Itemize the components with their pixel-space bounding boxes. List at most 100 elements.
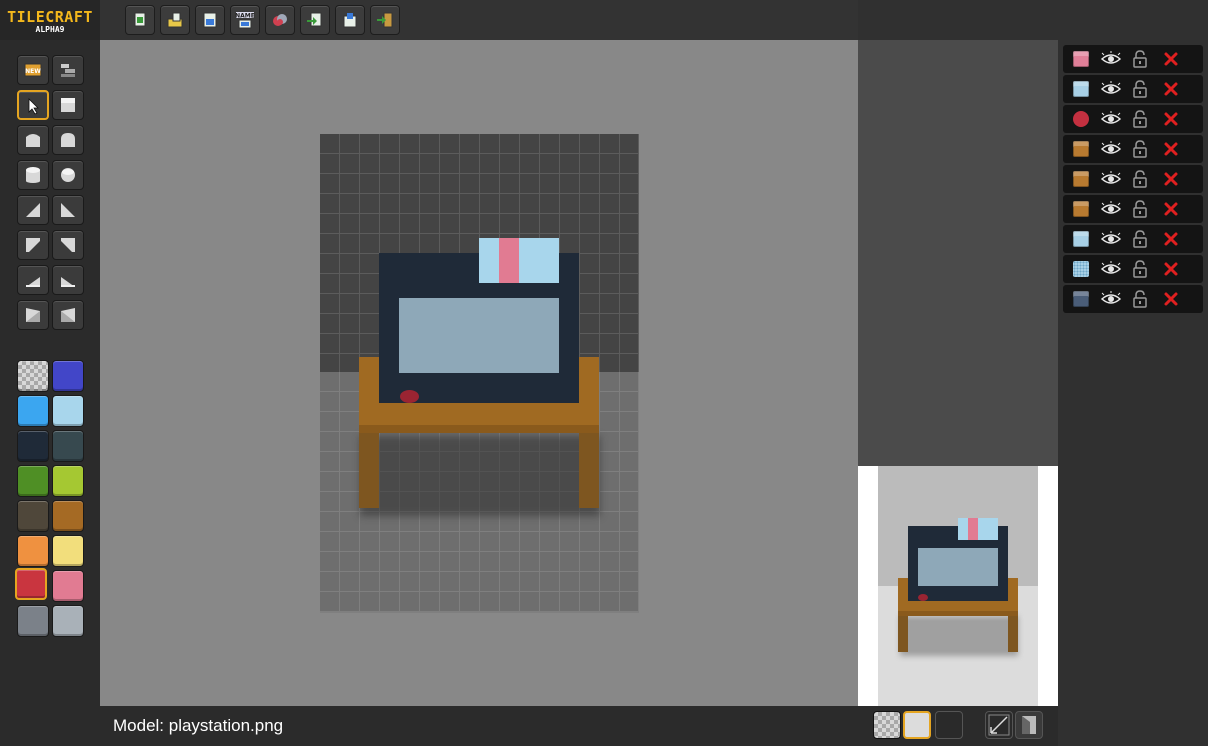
color-swatch-dark-brown[interactable] [17,500,49,532]
color-swatch-green[interactable] [17,465,49,497]
tool-rounded-side[interactable] [52,125,84,155]
tool-slope-right[interactable] [52,195,84,225]
visibility-eye-icon[interactable] [1101,81,1121,97]
preview-table-leg-right [1008,616,1018,652]
new-file-button[interactable] [125,5,155,35]
lock-icon[interactable] [1133,230,1147,248]
color-swatch-red[interactable] [15,568,47,600]
color-swatch-transparent[interactable] [17,360,49,392]
color-swatch-sky-blue[interactable] [17,395,49,427]
save-button[interactable] [195,5,225,35]
box-icon [1073,141,1089,157]
model-tv-screen[interactable] [399,298,559,373]
color-swatch-navy[interactable] [17,430,49,462]
color-swatch-light-gray[interactable] [52,605,84,637]
delete-layer-icon[interactable] [1163,261,1179,277]
color-swatch-lime[interactable] [52,465,84,497]
layer-row[interactable] [1063,285,1203,313]
lock-icon[interactable] [1133,50,1147,68]
delete-layer-icon[interactable] [1163,231,1179,247]
wedge-left-icon [26,308,40,322]
lock-icon[interactable] [1133,80,1147,98]
visibility-eye-icon[interactable] [1101,171,1121,187]
lock-icon[interactable] [1133,290,1147,308]
color-swatch-yellow[interactable] [52,535,84,567]
color-swatch-blue[interactable] [52,360,84,392]
rename-button[interactable]: NAME [230,5,260,35]
tool-cylinder[interactable] [17,160,49,190]
layer-row[interactable] [1063,165,1203,193]
color-swatch-orange[interactable] [17,535,49,567]
lock-icon[interactable] [1133,140,1147,158]
visibility-eye-icon[interactable] [1101,51,1121,67]
preview-bg-dark-button[interactable] [935,711,963,739]
model-red-button[interactable] [400,390,419,403]
model-console-stripe[interactable] [499,238,519,283]
lock-icon[interactable] [1133,110,1147,128]
delete-layer-icon[interactable] [1163,141,1179,157]
tools-sidebar [0,40,100,706]
tool-select[interactable] [17,90,49,120]
open-button[interactable] [160,5,190,35]
import-button[interactable] [300,5,330,35]
model-table-leg-left[interactable] [359,433,379,508]
tool-new-model[interactable]: NEW [17,55,49,85]
model-table-leg-right[interactable] [579,433,599,508]
layer-row[interactable] [1063,105,1203,133]
visibility-eye-icon[interactable] [1101,141,1121,157]
delete-layer-icon[interactable] [1163,51,1179,67]
lock-icon[interactable] [1133,200,1147,218]
delete-layer-icon[interactable] [1163,201,1179,217]
tool-sphere[interactable] [52,160,84,190]
delete-layer-icon[interactable] [1163,81,1179,97]
tool-ramp-right[interactable] [52,265,84,295]
palette-button[interactable] [265,5,295,35]
color-swatch-brown[interactable] [52,500,84,532]
palette-icon [273,14,287,26]
tool-rounded-top[interactable] [17,125,49,155]
preview-table-leg-left [898,616,908,652]
lock-icon[interactable] [1133,260,1147,278]
layer-row[interactable] [1063,255,1203,283]
tool-wedge-right[interactable] [52,300,84,330]
preview-bg-light-button[interactable] [903,711,931,739]
tool-layers-order[interactable] [52,55,84,85]
color-swatch-pink[interactable] [52,570,84,602]
model-console[interactable] [479,238,559,283]
lock-icon[interactable] [1133,170,1147,188]
preview-bg-checker-button[interactable] [873,711,901,739]
visibility-eye-icon[interactable] [1101,231,1121,247]
export-button[interactable] [335,5,365,35]
tool-slope-top-left[interactable] [17,230,49,260]
layer-row[interactable] [1063,195,1203,223]
color-swatch-gray[interactable] [17,605,49,637]
color-swatch-slate[interactable] [52,430,84,462]
delete-layer-icon[interactable] [1163,171,1179,187]
resize-preview-button[interactable] [985,711,1013,739]
tool-block[interactable] [52,90,84,120]
box-icon [1073,81,1089,97]
tool-ramp-left[interactable] [17,265,49,295]
top-toolbar-right [858,0,1058,40]
visibility-eye-icon[interactable] [1101,291,1121,307]
box-icon [1073,231,1089,247]
visibility-eye-icon[interactable] [1101,261,1121,277]
layer-row[interactable] [1063,45,1203,73]
layer-row[interactable] [1063,135,1203,163]
layers-order-icon [61,64,75,77]
preview-tv-screen [918,548,998,586]
tool-slope-top-right[interactable] [52,230,84,260]
color-swatch-light-blue[interactable] [52,395,84,427]
tool-slope-left[interactable] [17,195,49,225]
visibility-eye-icon[interactable] [1101,201,1121,217]
tool-wedge-left[interactable] [17,300,49,330]
visibility-eye-icon[interactable] [1101,111,1121,127]
cylinder-icon [26,167,40,183]
layer-row[interactable] [1063,225,1203,253]
layer-row[interactable] [1063,75,1203,103]
exit-button[interactable] [370,5,400,35]
delete-layer-icon[interactable] [1163,111,1179,127]
toggle-shadow-button[interactable] [1015,711,1043,739]
delete-layer-icon[interactable] [1163,291,1179,307]
new-model-icon: NEW [24,63,42,77]
